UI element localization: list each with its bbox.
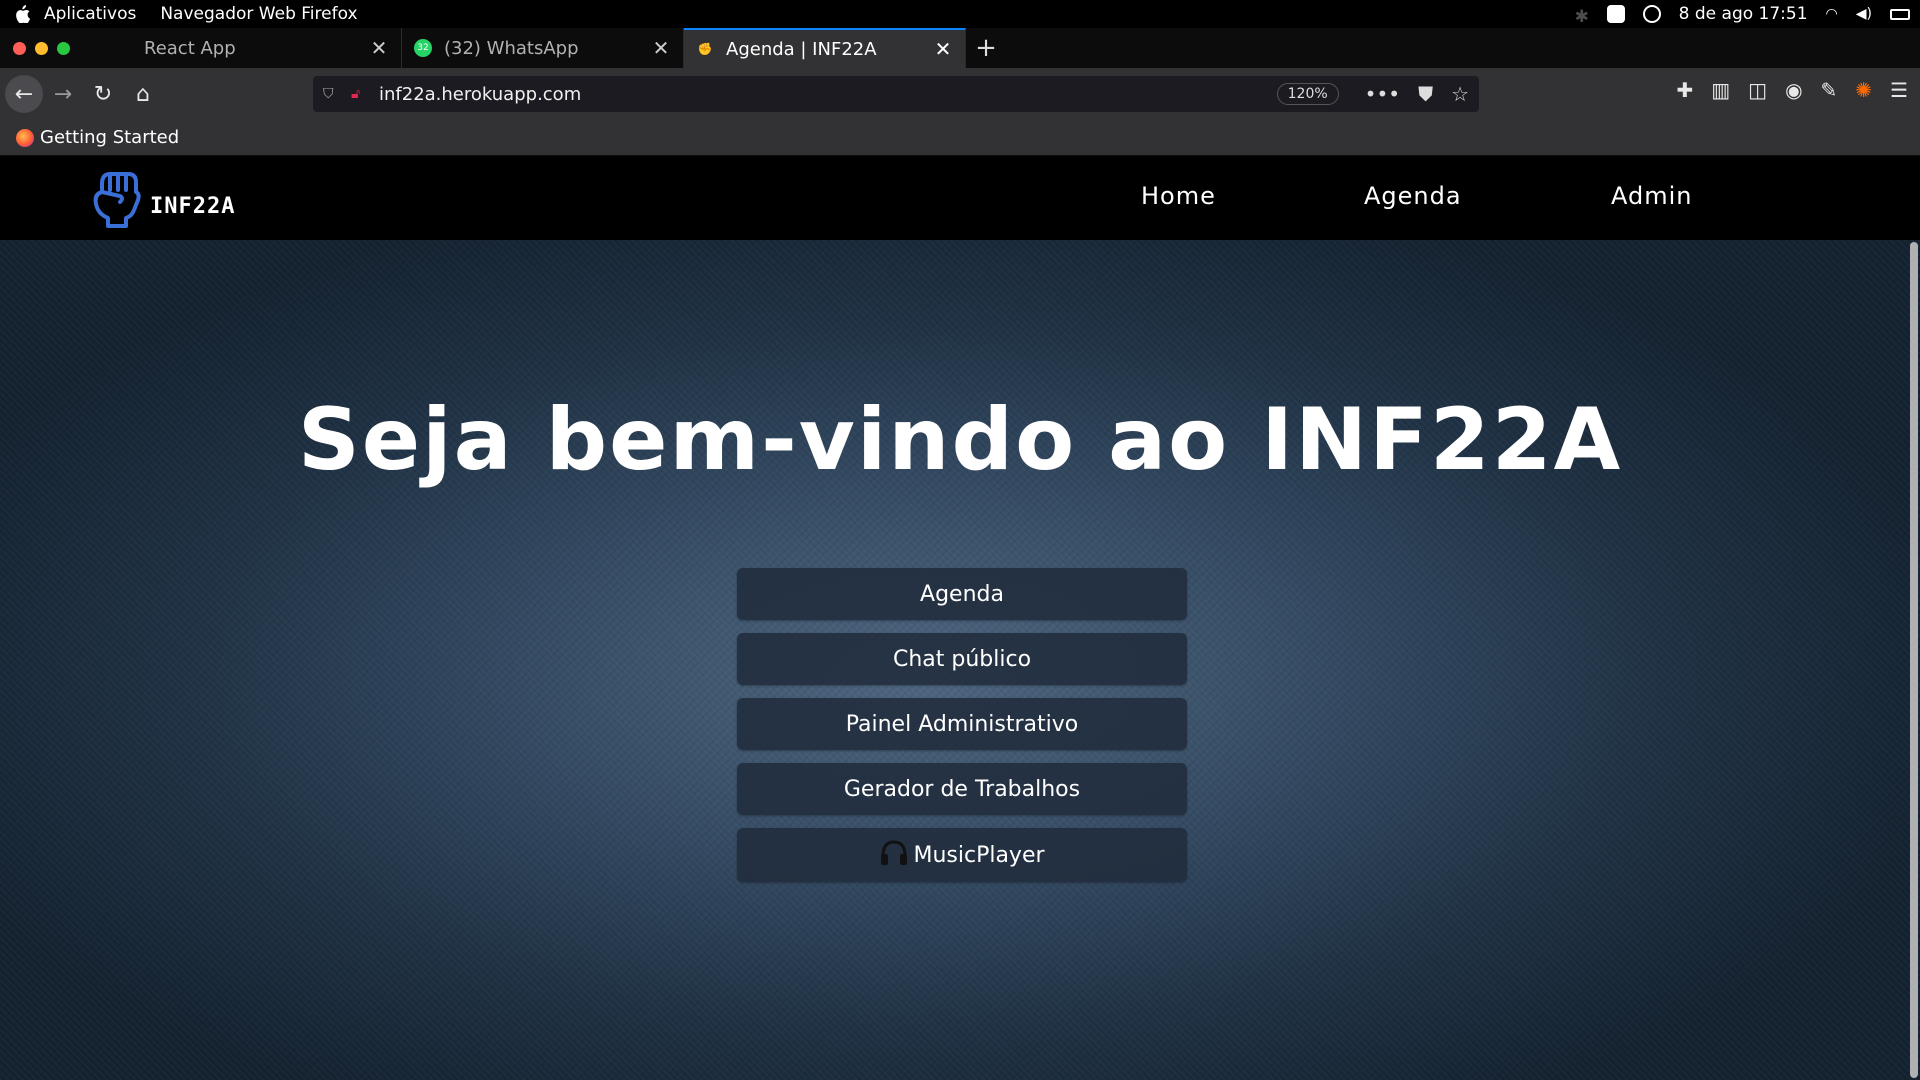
volume-icon[interactable]: ◀) — [1856, 6, 1872, 22]
tracking-shield-icon[interactable]: ⛉ — [323, 86, 339, 102]
apple-icon[interactable] — [0, 5, 44, 23]
insecure-lock-icon[interactable]: 🔓︎ — [351, 86, 367, 102]
tab-agenda-inf22a[interactable]: ✊ Agenda | INF22A ✕ — [684, 28, 966, 68]
hero-button-list: Agenda Chat público Painel Administrativ… — [737, 568, 1187, 895]
navigation-toolbar: ← → ↻ ⌂ ⛉ 🔓︎ inf22a.herokuapp.com 120% •… — [0, 68, 1920, 120]
tab-react-app[interactable]: React App ✕ — [120, 28, 402, 68]
music-player-label: MusicPlayer — [913, 842, 1045, 868]
tab-strip: React App ✕ 32 (32) WhatsApp ✕ ✊ Agenda … — [0, 28, 1920, 68]
sidebar-icon[interactable]: ◫ — [1748, 78, 1767, 102]
headphones-icon — [879, 838, 909, 872]
nav-admin[interactable]: Admin — [1611, 182, 1693, 210]
site-navbar: INF22A Home Agenda Admin — [0, 156, 1920, 240]
window-controls — [0, 28, 120, 68]
os-datetime[interactable]: 8 de ago 17:51 — [1679, 4, 1808, 24]
extensions-icon[interactable]: ✚ — [1677, 78, 1694, 102]
nav-home[interactable]: Home — [1141, 182, 1216, 210]
firefox-icon — [16, 128, 34, 147]
new-tab-button[interactable]: + — [966, 28, 1006, 68]
hero-title: Seja bem-vindo ao INF22A — [297, 390, 1623, 490]
close-window-button[interactable] — [13, 41, 26, 55]
tab-whatsapp[interactable]: 32 (32) WhatsApp ✕ — [402, 28, 684, 68]
page-actions-icon[interactable]: ••• — [1365, 82, 1400, 106]
page-scrollbar[interactable] — [1910, 242, 1918, 1078]
os-menu-applications[interactable]: Aplicativos — [44, 4, 136, 24]
raised-fist-icon — [93, 172, 141, 228]
close-tab-icon[interactable]: ✕ — [651, 36, 671, 60]
account-icon[interactable]: ◉ — [1785, 78, 1802, 102]
maximize-window-button[interactable] — [57, 41, 70, 55]
bookmarks-toolbar: Getting Started — [0, 120, 1920, 156]
public-chat-button[interactable]: Chat público — [737, 633, 1187, 685]
forward-button[interactable]: → — [43, 74, 83, 114]
agenda-button[interactable]: Agenda — [737, 568, 1187, 620]
menu-icon[interactable]: ☰ — [1890, 78, 1908, 102]
inf22a-favicon-icon: ✊ — [697, 42, 713, 56]
tab-title: Agenda | INF22A — [726, 38, 877, 60]
screen-icon[interactable] — [1606, 5, 1625, 23]
url-text[interactable]: inf22a.herokuapp.com — [379, 84, 1277, 105]
zoom-level[interactable]: 120% — [1276, 83, 1339, 105]
hero-section: Seja bem-vindo ao INF22A Agenda Chat púb… — [0, 240, 1920, 1080]
whatsapp-icon: 32 — [414, 39, 432, 57]
logo-text: INF22A — [150, 193, 236, 219]
accessibility-icon[interactable] — [1642, 5, 1661, 23]
wifi-icon[interactable]: ◠ — [1826, 6, 1838, 22]
library-icon[interactable]: ▥ — [1711, 78, 1730, 102]
reload-button[interactable]: ↻ — [83, 74, 123, 114]
admin-panel-button[interactable]: Painel Administrativo — [737, 698, 1187, 750]
extension-icon[interactable]: ✎ — [1821, 78, 1838, 102]
battery-icon[interactable] — [1890, 8, 1910, 20]
assignment-generator-button[interactable]: Gerador de Trabalhos — [737, 763, 1187, 815]
minimize-window-button[interactable] — [35, 41, 48, 55]
os-menu-app-name[interactable]: Navegador Web Firefox — [160, 4, 357, 24]
back-button[interactable]: ← — [5, 75, 43, 113]
bluetooth-icon[interactable]: ✱ — [1575, 7, 1589, 27]
home-button[interactable]: ⌂ — [123, 74, 163, 114]
site-logo[interactable]: INF22A — [90, 170, 235, 228]
pocket-icon[interactable]: ⛊ — [1418, 82, 1433, 106]
nav-agenda[interactable]: Agenda — [1364, 182, 1462, 210]
page-content: INF22A Home Agenda Admin Seja bem-vindo … — [0, 156, 1920, 1080]
close-tab-icon[interactable]: ✕ — [933, 37, 953, 61]
bookmark-star-icon[interactable]: ☆ — [1451, 82, 1469, 106]
tab-title: (32) WhatsApp — [444, 37, 579, 59]
bookmark-getting-started[interactable]: Getting Started — [40, 127, 179, 148]
site-nav-links: Home Agenda Admin — [1000, 156, 1920, 240]
close-tab-icon[interactable]: ✕ — [369, 36, 389, 60]
color-extension-icon[interactable]: ✺ — [1855, 78, 1872, 102]
music-player-button[interactable]: MusicPlayer — [737, 828, 1187, 882]
tab-title: React App — [144, 37, 236, 59]
os-menu-bar: Aplicativos Navegador Web Firefox ✱ 8 de… — [0, 0, 1920, 28]
url-bar[interactable]: ⛉ 🔓︎ inf22a.herokuapp.com 120% ••• ⛊ ☆ — [313, 76, 1479, 112]
